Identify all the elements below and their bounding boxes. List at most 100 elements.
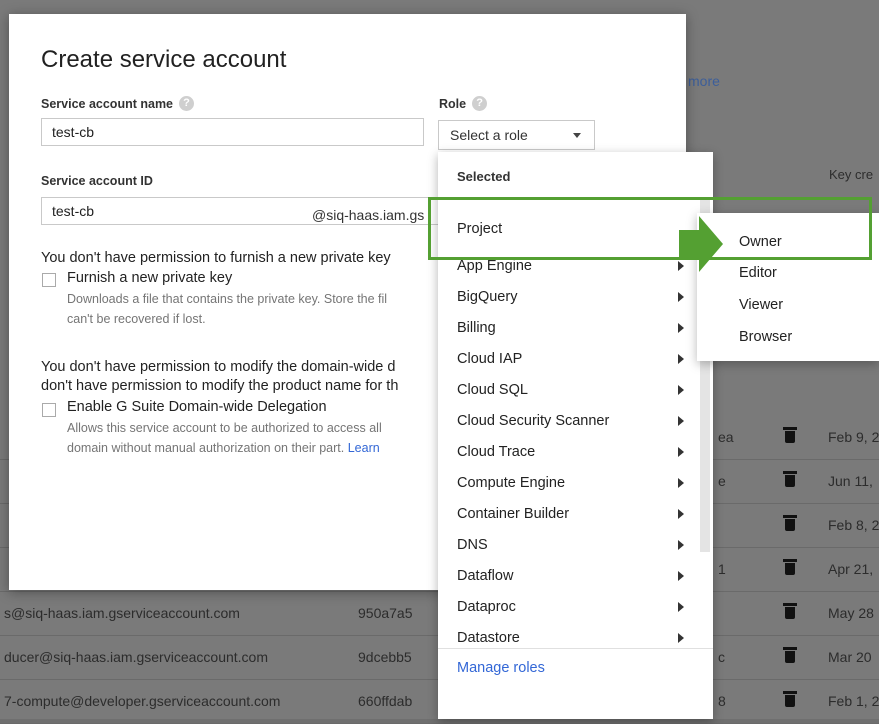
menu-item-label: Cloud IAP xyxy=(457,351,523,367)
menu-item-bigquery[interactable]: BigQuery xyxy=(438,281,700,312)
service-account-name-label: Service account name ? xyxy=(41,96,195,111)
service-account-id-field[interactable]: test-cb @siq-haas.iam.gs xyxy=(41,197,441,225)
menu-item-compute-engine[interactable]: Compute Engine xyxy=(438,467,700,498)
menu-divider xyxy=(438,198,713,199)
menu-item-app-engine[interactable]: App Engine xyxy=(438,250,700,281)
menu-item-label: BigQuery xyxy=(457,289,518,305)
menu-item-cloud-trace[interactable]: Cloud Trace xyxy=(438,436,700,467)
menu-item-label: Cloud Trace xyxy=(457,444,536,460)
trash-icon xyxy=(783,515,797,531)
row-key-id: 9dcebb5 xyxy=(358,649,412,665)
menu-item-cloud-iap[interactable]: Cloud IAP xyxy=(438,343,700,374)
row-date: Apr 21, xyxy=(828,561,874,577)
chevron-right-icon xyxy=(678,633,684,643)
gsuite-desc-line1: Allows this service account to be author… xyxy=(67,421,382,435)
furnish-key-checkbox[interactable] xyxy=(42,273,56,287)
furnish-key-desc-line2: can't be recovered if lost. xyxy=(67,312,206,326)
gsuite-delegation-label: Enable G Suite Domain-wide Delegation xyxy=(67,399,327,415)
gsuite-desc-line2: domain without manual authorization on t… xyxy=(67,438,382,458)
role-select-value: Select a role xyxy=(450,127,528,143)
menu-item-container-builder[interactable]: Container Builder xyxy=(438,498,700,529)
menu-item-dataflow[interactable]: Dataflow xyxy=(438,560,700,591)
domain-permission-message-line2: don't have permission to modify the prod… xyxy=(41,378,399,394)
menu-item-label: Dataflow xyxy=(457,568,514,584)
furnish-key-description: Downloads a file that contains the priva… xyxy=(67,289,387,329)
service-account-id-label: Service account ID xyxy=(41,174,153,188)
chevron-right-icon xyxy=(678,447,684,457)
help-icon[interactable]: ? xyxy=(472,96,488,111)
row-key-fragment: c xyxy=(718,649,725,665)
furnish-key-label: Furnish a new private key xyxy=(67,270,233,286)
service-account-name-input[interactable] xyxy=(41,118,424,146)
menu-item-label: DNS xyxy=(457,537,488,553)
menu-item-billing[interactable]: Billing xyxy=(438,312,700,343)
menu-item-cloud-sql[interactable]: Cloud SQL xyxy=(438,374,700,405)
role-dropdown-menu: Selected Project App Engine BigQuery Bil… xyxy=(438,152,713,719)
menu-item-label: Cloud SQL xyxy=(457,382,528,398)
service-account-id-suffix: @siq-haas.iam.gs xyxy=(312,207,425,223)
row-date: Mar 20 xyxy=(828,649,872,665)
chevron-right-icon xyxy=(678,602,684,612)
chevron-right-icon xyxy=(678,323,684,333)
menu-item-label: Cloud Security Scanner xyxy=(457,413,610,429)
help-icon[interactable]: ? xyxy=(179,96,195,111)
key-created-column-header: Key cre xyxy=(829,167,874,182)
row-key-fragment: e xyxy=(718,473,726,489)
chevron-right-icon xyxy=(678,292,684,302)
caret-down-icon xyxy=(573,133,581,138)
trash-icon xyxy=(783,647,797,663)
row-key-id: 950a7a5 xyxy=(358,605,413,621)
menu-item-dataproc[interactable]: Dataproc xyxy=(438,591,700,622)
menu-item-label: Compute Engine xyxy=(457,475,566,491)
gsuite-delegation-checkbox[interactable] xyxy=(42,403,56,417)
service-account-id-label-text: Service account ID xyxy=(41,174,153,188)
row-key-id: 660ffdab xyxy=(358,693,413,709)
menu-item-project[interactable]: Project xyxy=(438,213,700,244)
submenu-item-owner[interactable]: Owner xyxy=(739,234,782,250)
learn-more-link[interactable]: Learn xyxy=(348,441,380,455)
menu-item-label: App Engine xyxy=(457,258,532,274)
menu-item-label: Dataproc xyxy=(457,599,516,615)
menu-item-label: Datastore xyxy=(457,630,520,646)
row-date: Feb 8, 2 xyxy=(828,517,879,533)
submenu-item-viewer[interactable]: Viewer xyxy=(739,297,783,313)
chevron-right-icon xyxy=(678,354,684,364)
private-key-permission-message: You don't have permission to furnish a n… xyxy=(41,250,391,266)
role-select[interactable]: Select a role xyxy=(438,120,595,150)
trash-icon xyxy=(783,691,797,707)
gsuite-desc-line2-text: domain without manual authorization on t… xyxy=(67,441,345,455)
menu-item-label: Billing xyxy=(457,320,496,336)
dialog-title: Create service account xyxy=(41,46,287,73)
trash-icon xyxy=(783,427,797,443)
row-key-fragment: 8 xyxy=(718,693,726,709)
gsuite-delegation-description: Allows this service account to be author… xyxy=(67,418,382,458)
project-roles-submenu: Owner Editor Viewer Browser xyxy=(697,213,879,361)
role-label: Role ? xyxy=(439,96,488,111)
row-date: Feb 1, 2 xyxy=(828,693,879,709)
submenu-item-browser[interactable]: Browser xyxy=(739,329,792,345)
row-email: s@siq-haas.iam.gserviceaccount.com xyxy=(4,605,240,621)
trash-icon xyxy=(783,559,797,575)
chevron-right-icon xyxy=(678,385,684,395)
row-date: May 28 xyxy=(828,605,874,621)
service-account-name-label-text: Service account name xyxy=(41,96,174,111)
chevron-right-icon xyxy=(678,540,684,550)
menu-item-cloud-security-scanner[interactable]: Cloud Security Scanner xyxy=(438,405,700,436)
chevron-right-icon xyxy=(678,478,684,488)
menu-item-label: Container Builder xyxy=(457,506,570,522)
furnish-key-desc-line1: Downloads a file that contains the priva… xyxy=(67,292,388,306)
trash-icon xyxy=(783,471,797,487)
chevron-right-icon xyxy=(678,416,684,426)
domain-permission-message-line1: You don't have permission to modify the … xyxy=(41,359,396,375)
chevron-right-icon xyxy=(678,509,684,519)
role-label-text: Role xyxy=(439,96,467,111)
row-date: Feb 9, 2 xyxy=(828,429,879,445)
chevron-right-icon xyxy=(678,571,684,581)
manage-roles-link[interactable]: Manage roles xyxy=(457,660,545,676)
trash-icon xyxy=(783,603,797,619)
row-date: Jun 11, xyxy=(828,473,873,489)
menu-item-dns[interactable]: DNS xyxy=(438,529,700,560)
row-key-fragment: 1 xyxy=(718,561,726,577)
menu-item-label: Project xyxy=(457,221,503,237)
submenu-item-editor[interactable]: Editor xyxy=(739,265,777,281)
